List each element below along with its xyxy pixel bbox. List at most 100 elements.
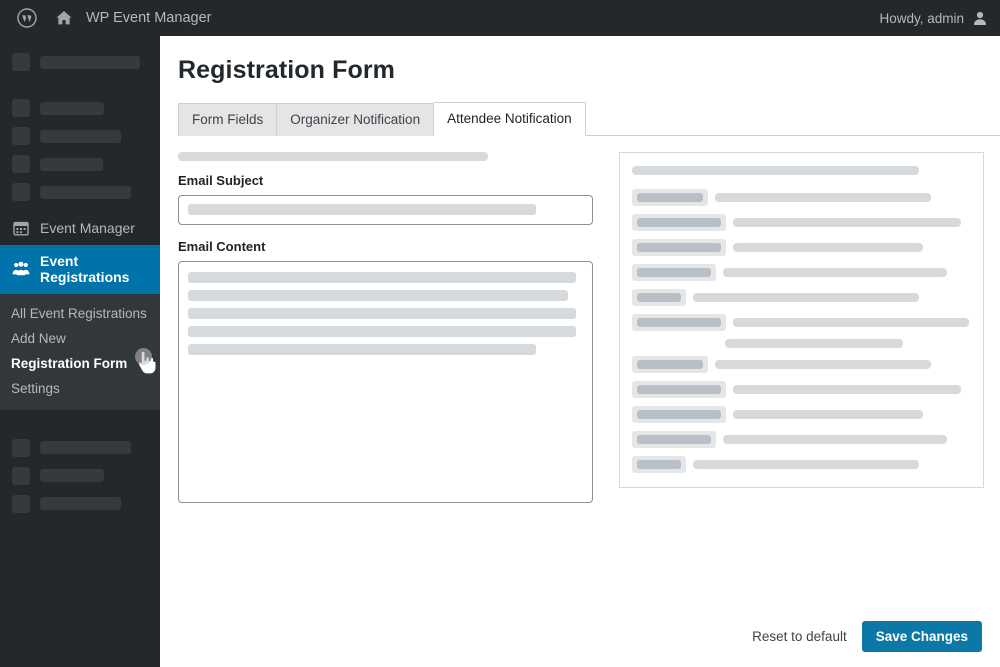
sidebar-skeleton-bottom xyxy=(0,434,160,518)
main-content: Registration Form Form Fields Organizer … xyxy=(160,36,1000,667)
skeleton-icon-placeholder xyxy=(12,155,30,173)
email-subject-label: Email Subject xyxy=(178,173,593,188)
preview-continuation-placeholder xyxy=(725,339,903,348)
skeleton-label-placeholder xyxy=(40,130,121,143)
intro-text-placeholder xyxy=(178,152,488,161)
preview-text-placeholder xyxy=(733,218,961,227)
preview-tag-placeholder[interactable] xyxy=(632,314,726,331)
preview-row xyxy=(632,289,971,306)
skeleton-icon-placeholder xyxy=(12,53,30,71)
preview-row xyxy=(632,431,971,448)
preview-row xyxy=(632,406,971,423)
skeleton-label-placeholder xyxy=(40,56,140,69)
skeleton-label-placeholder xyxy=(40,497,121,510)
sidebar-skeleton-row xyxy=(0,462,160,490)
email-content-line-placeholder xyxy=(188,290,568,301)
preview-row xyxy=(632,456,971,473)
skeleton-icon-placeholder xyxy=(12,495,30,513)
home-icon[interactable] xyxy=(46,0,82,36)
email-subject-value-placeholder xyxy=(188,204,536,215)
skeleton-label-placeholder xyxy=(40,441,131,454)
preview-row xyxy=(632,314,971,331)
page-title: Registration Form xyxy=(160,36,1000,85)
sidebar-skeleton-row xyxy=(0,94,160,122)
preview-tag-placeholder[interactable] xyxy=(632,189,708,206)
preview-tag-placeholder[interactable] xyxy=(632,214,726,231)
sidebar-skeleton-row xyxy=(0,122,160,150)
sidebar-item-add-new[interactable]: Add New xyxy=(0,326,160,351)
sidebar-skeleton-row xyxy=(0,150,160,178)
sidebar-skeleton-top xyxy=(0,48,160,76)
preview-text-placeholder xyxy=(733,243,923,252)
sidebar-item-event-manager[interactable]: Event Manager xyxy=(0,212,160,245)
email-content-textarea[interactable] xyxy=(178,261,593,503)
sidebar-item-all-event-registrations[interactable]: All Event Registrations xyxy=(0,301,160,326)
wp-admin-bar: WP Event Manager Howdy, admin xyxy=(0,0,1000,36)
preview-tag-placeholder[interactable] xyxy=(632,356,708,373)
preview-column xyxy=(619,152,984,488)
sidebar-spacer xyxy=(0,422,160,434)
admin-bar-left-group: WP Event Manager xyxy=(0,0,221,36)
sidebar-skeleton-row xyxy=(0,48,160,76)
preview-tag-placeholder[interactable] xyxy=(632,289,686,306)
preview-row xyxy=(632,214,971,231)
email-content-line-placeholder xyxy=(188,326,576,337)
sidebar-skeleton-row xyxy=(0,434,160,462)
howdy-greeting[interactable]: Howdy, admin xyxy=(879,11,964,26)
preview-text-placeholder xyxy=(733,410,923,419)
skeleton-label-placeholder xyxy=(40,102,104,115)
users-group-icon xyxy=(11,261,31,277)
preview-text-placeholder xyxy=(733,385,961,394)
sidebar-skeleton-mid xyxy=(0,94,160,206)
footer-actions: Reset to default Save Changes xyxy=(752,621,982,653)
skeleton-icon-placeholder xyxy=(12,127,30,145)
tab-bar: Form Fields Organizer Notification Atten… xyxy=(178,102,1000,136)
email-content-label: Email Content xyxy=(178,239,593,254)
preview-row xyxy=(632,356,971,373)
preview-row xyxy=(632,381,971,398)
skeleton-label-placeholder xyxy=(40,158,103,171)
save-changes-button[interactable]: Save Changes xyxy=(862,621,982,653)
site-name[interactable]: WP Event Manager xyxy=(82,0,221,36)
preview-tag-placeholder[interactable] xyxy=(632,431,716,448)
email-subject-input[interactable] xyxy=(178,195,593,225)
email-content-line-placeholder xyxy=(188,308,576,319)
preview-row xyxy=(632,264,971,281)
sidebar-skeleton-row xyxy=(0,178,160,206)
preview-tag-placeholder[interactable] xyxy=(632,456,686,473)
sidebar-item-event-registrations[interactable]: Event Registrations xyxy=(0,245,160,294)
wordpress-logo-icon[interactable] xyxy=(8,0,46,36)
preview-text-placeholder xyxy=(693,293,919,302)
sidebar-item-settings[interactable]: Settings xyxy=(0,376,160,401)
email-tags-preview-panel xyxy=(619,152,984,488)
preview-text-placeholder xyxy=(715,193,931,202)
preview-header-placeholder xyxy=(632,166,919,175)
sidebar-item-label: Event Manager xyxy=(40,220,135,237)
preview-tag-placeholder[interactable] xyxy=(632,239,726,256)
preview-text-placeholder xyxy=(693,460,919,469)
email-content-line-placeholder xyxy=(188,272,576,283)
preview-tag-placeholder[interactable] xyxy=(632,264,716,281)
sidebar-item-registration-form[interactable]: Registration Form xyxy=(0,351,160,376)
sidebar-skeleton-row xyxy=(0,490,160,518)
sidebar-spacer xyxy=(0,36,160,48)
settings-body: Email Subject Email Content xyxy=(160,136,1000,503)
tab-organizer-notification[interactable]: Organizer Notification xyxy=(277,103,434,136)
tab-attendee-notification[interactable]: Attendee Notification xyxy=(434,102,586,136)
email-content-line-placeholder xyxy=(188,344,536,355)
preview-text-placeholder xyxy=(723,435,947,444)
skeleton-label-placeholder xyxy=(40,469,104,482)
sidebar-spacer xyxy=(0,410,160,422)
sidebar-item-label: Event Registrations xyxy=(40,253,150,286)
tab-form-fields[interactable]: Form Fields xyxy=(178,103,277,136)
user-avatar-icon[interactable] xyxy=(972,10,988,26)
skeleton-icon-placeholder xyxy=(12,467,30,485)
skeleton-icon-placeholder xyxy=(12,439,30,457)
sidebar-submenu: All Event Registrations Add New Registra… xyxy=(0,294,160,410)
notification-form-column: Email Subject Email Content xyxy=(178,152,593,503)
preview-tag-placeholder[interactable] xyxy=(632,381,726,398)
reset-to-default-link[interactable]: Reset to default xyxy=(752,629,847,644)
skeleton-icon-placeholder xyxy=(12,183,30,201)
preview-text-placeholder xyxy=(733,318,969,327)
preview-tag-placeholder[interactable] xyxy=(632,406,726,423)
